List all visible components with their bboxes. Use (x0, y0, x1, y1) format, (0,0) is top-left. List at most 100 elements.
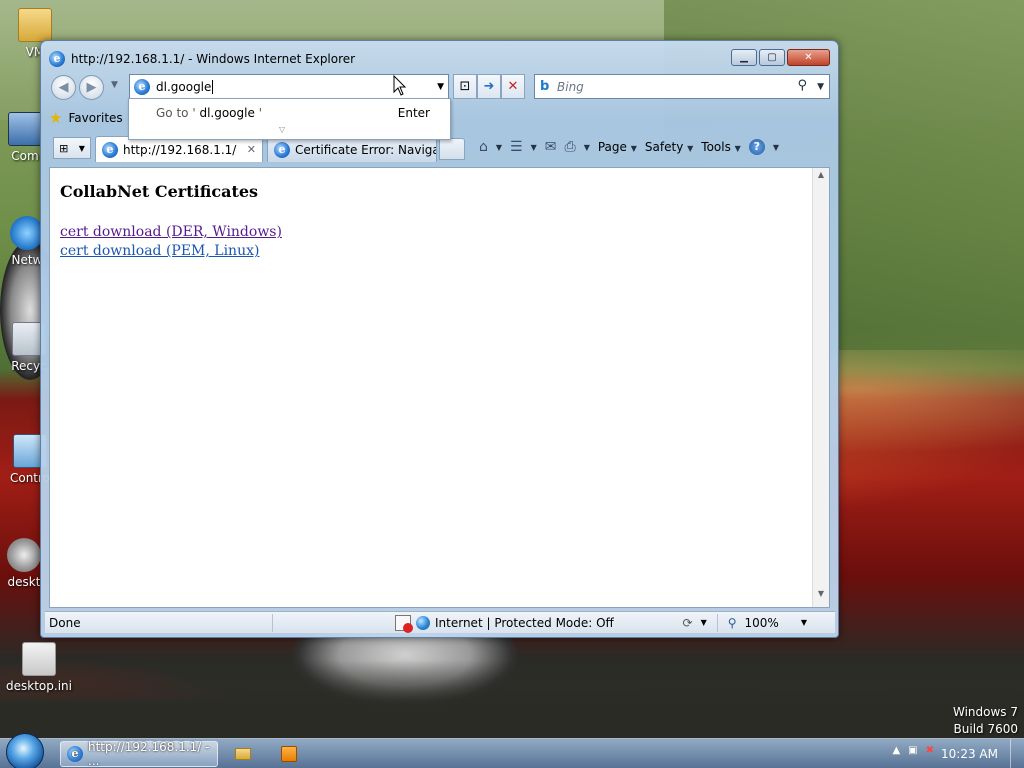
show-hidden-icons-icon[interactable]: ▲ (892, 745, 900, 756)
show-desktop-button[interactable] (1010, 739, 1024, 768)
favorites-star-icon[interactable]: ★ (49, 109, 62, 127)
goto-suffix: ' (258, 106, 262, 120)
folder-icon (18, 8, 52, 42)
help-icon[interactable]: ? (748, 139, 765, 155)
tab-label: Certificate Error: Navigati... (295, 142, 436, 157)
back-button[interactable]: ◀ (51, 75, 76, 100)
title-bar[interactable]: e http://192.168.1.1/ - Windows Internet… (49, 48, 355, 70)
status-bar: Done Internet | Protected Mode: Off ⟳ ▼ … (45, 611, 835, 633)
vertical-scrollbar[interactable]: ▲ ▼ (812, 168, 829, 607)
windows-watermark: Windows 7 Build 7600 (953, 704, 1018, 738)
network-icon (10, 216, 44, 250)
der-download-link[interactable]: cert download (DER, Windows) (60, 223, 282, 242)
page-heading: CollabNet Certificates (60, 182, 259, 201)
web-page: CollabNet Certificates cert download (DE… (60, 182, 282, 261)
address-input[interactable]: dl.google (156, 80, 211, 94)
text-caret (212, 79, 214, 94)
taskbar: e http://192.168.1.1/ - ... ▲ ▣ ✖ 10:23 … (0, 733, 1024, 768)
minimize-button[interactable]: ▁ (731, 49, 757, 66)
taskbar-item-label: http://192.168.1.1/ - ... (88, 740, 210, 768)
scroll-up-icon[interactable]: ▲ (813, 170, 829, 186)
computer-icon (8, 112, 42, 146)
address-tools: ⊡ ➜ ✕ (453, 74, 525, 99)
protected-mode-dropdown-icon[interactable]: ▼ (701, 618, 707, 627)
quick-tabs-button[interactable]: ⊞ ▼ (53, 137, 91, 159)
expand-suggestions-icon[interactable]: ▽ (279, 125, 285, 134)
favorites-button[interactable]: Favorites (68, 111, 122, 125)
navigation-row: ◀ ▶ ▼ e dl.google ▼ ⊡ ➜ ✕ b Bing ⚲ ▼ (49, 74, 830, 100)
network-tray-icon[interactable]: ▣ (908, 745, 917, 756)
protected-mode-icon[interactable]: ⟳ (683, 616, 693, 630)
home-icon[interactable]: ⌂ (479, 139, 488, 155)
compatibility-view-button[interactable]: ⊡ (453, 74, 477, 99)
zone-text: Internet | Protected Mode: Off (435, 615, 614, 630)
page-icon: e (134, 78, 150, 95)
new-tab-button[interactable] (439, 138, 465, 160)
safety-menu-label: Safety (644, 140, 684, 154)
taskbar-ie-item[interactable]: e http://192.168.1.1/ - ... (60, 740, 218, 768)
folder-icon (235, 748, 251, 760)
taskbar-media-player[interactable] (274, 742, 304, 766)
system-tray: ▲ ▣ ✖ (892, 745, 934, 756)
volume-muted-icon[interactable]: ✖ (926, 745, 934, 756)
home-dropdown-icon[interactable]: ▼ (496, 143, 502, 152)
start-button[interactable] (6, 733, 44, 768)
zoom-dropdown-icon[interactable]: ▼ (801, 618, 807, 627)
bing-icon: b (540, 79, 550, 94)
page-menu-label: Page (597, 140, 627, 154)
enter-hint: Enter (397, 106, 430, 120)
zoom-level[interactable]: 100% (745, 616, 779, 630)
go-button[interactable]: ➜ (477, 74, 501, 99)
feeds-dropdown-icon[interactable]: ▼ (531, 143, 537, 152)
feeds-icon[interactable]: ☰ (510, 139, 523, 155)
pem-download-link[interactable]: cert download (PEM, Linux) (60, 242, 282, 261)
safety-menu[interactable]: Safety ▼ (645, 140, 693, 154)
security-zone[interactable]: Internet | Protected Mode: Off (395, 614, 614, 633)
settings-file-icon (22, 642, 56, 676)
chevron-down-icon: ▼ (734, 144, 741, 153)
search-options-dropdown-icon[interactable]: ▼ (817, 82, 824, 92)
print-icon[interactable]: ⎙ (565, 139, 576, 155)
help-dropdown-icon[interactable]: ▼ (773, 143, 779, 152)
goto-value: dl.google (199, 106, 255, 120)
ie-logo-icon: e (49, 51, 65, 67)
recent-pages-dropdown-icon[interactable]: ▼ (111, 80, 118, 90)
mouse-cursor-icon (393, 75, 407, 96)
ie-logo-icon: e (67, 746, 83, 762)
print-dropdown-icon[interactable]: ▼ (584, 143, 590, 152)
status-separator (272, 613, 273, 632)
stop-button[interactable]: ✕ (501, 74, 525, 99)
tab-label: http://192.168.1.1/ (123, 142, 237, 157)
desktop-icon-desktop-ini-2[interactable]: desktop.ini (4, 642, 74, 693)
goto-suggestion[interactable]: Go to ' dl.google ' (156, 106, 262, 120)
tools-menu-label: Tools (701, 140, 731, 154)
tools-menu[interactable]: Tools ▼ (701, 140, 741, 154)
goto-prefix: Go to ' (156, 106, 196, 120)
forward-button[interactable]: ▶ (79, 75, 104, 100)
mail-icon[interactable]: ✉ (545, 139, 557, 155)
window-title: http://192.168.1.1/ - Windows Internet E… (71, 52, 356, 66)
settings-file-icon (7, 538, 41, 572)
chevron-down-icon: ▼ (630, 144, 637, 153)
maximize-button[interactable]: ▢ (759, 49, 785, 66)
tab-list-dropdown-icon[interactable]: ▼ (79, 144, 85, 153)
popup-blocked-icon[interactable] (395, 614, 413, 633)
address-dropdown-icon[interactable]: ▼ (437, 82, 444, 92)
watermark-line1: Windows 7 (952, 705, 1018, 719)
close-button[interactable]: ✕ (787, 49, 830, 66)
chevron-down-icon: ▼ (687, 144, 694, 153)
search-placeholder: Bing (557, 79, 584, 94)
taskbar-explorer[interactable] (228, 742, 258, 766)
internet-zone-icon (416, 615, 430, 630)
zoom-icon[interactable]: ⚲ (728, 616, 737, 630)
clock[interactable]: 10:23 AM (941, 747, 998, 761)
command-bar: ⌂ ▼ ☰ ▼ ✉ ⎙ ▼ Page ▼ Safety ▼ Tools ▼ ? ▼ (479, 139, 779, 155)
page-menu[interactable]: Page ▼ (598, 140, 637, 154)
search-icon[interactable]: ⚲ (797, 78, 807, 93)
tab-page-icon: e (102, 141, 118, 158)
search-box[interactable]: b Bing ⚲ ▼ (534, 74, 830, 99)
tab-close-icon[interactable]: ✕ (247, 143, 256, 156)
status-text: Done (49, 615, 81, 630)
address-autocomplete[interactable]: Go to ' dl.google ' Enter ▽ (128, 98, 451, 140)
scroll-down-icon[interactable]: ▼ (813, 589, 829, 605)
